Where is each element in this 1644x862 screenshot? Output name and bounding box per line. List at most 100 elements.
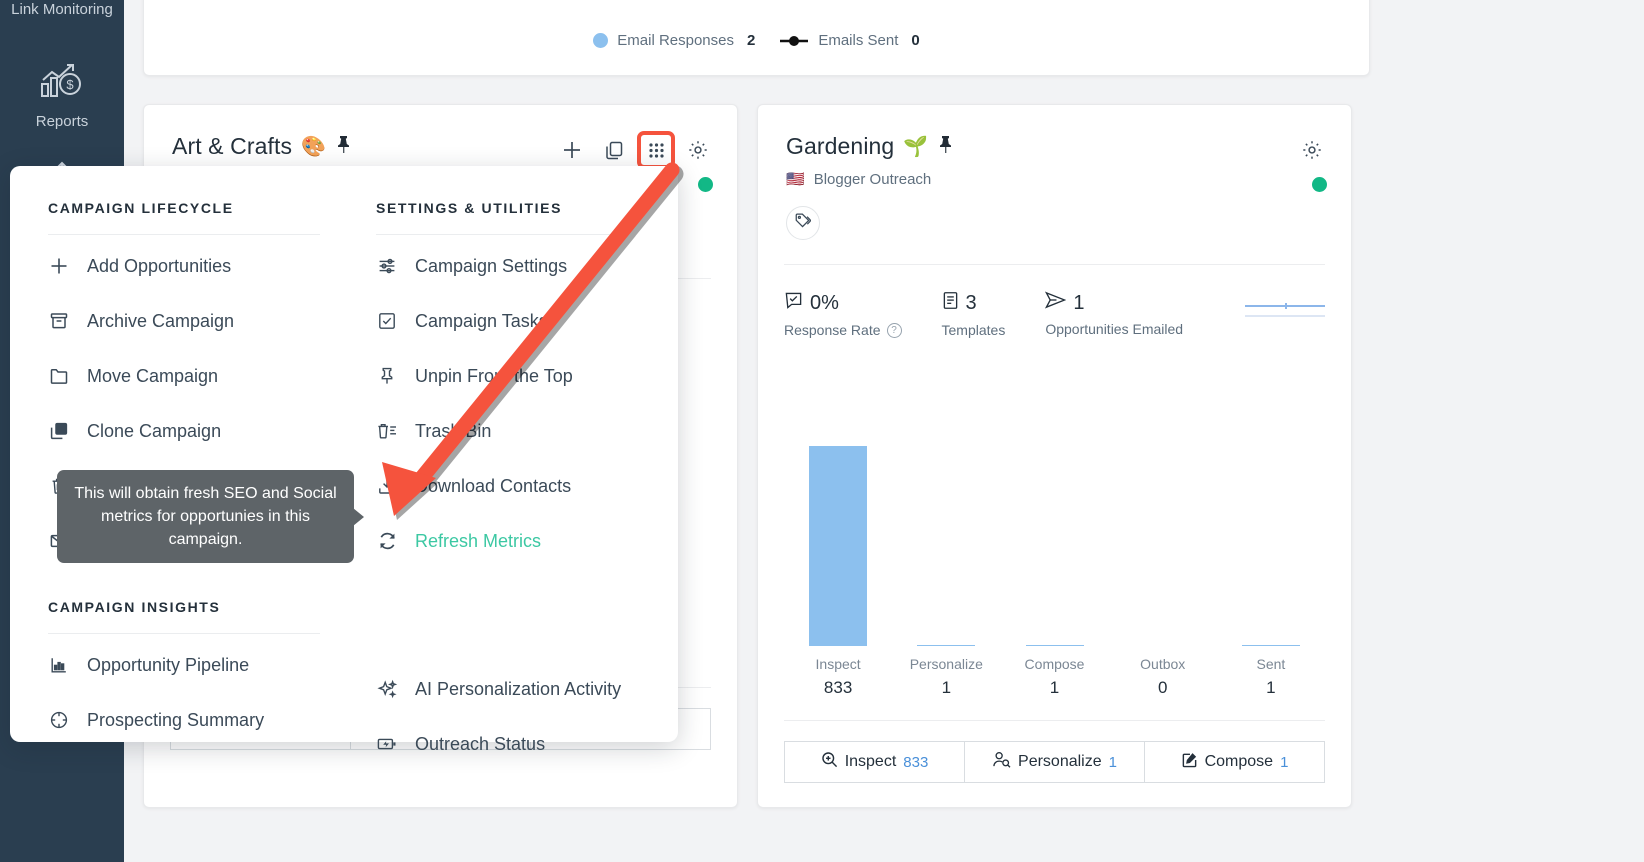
axis-data-label: 1	[941, 678, 952, 697]
bar-chart-icon	[48, 655, 70, 675]
pin-icon	[335, 135, 352, 159]
menu-item-label: Move Campaign	[87, 365, 219, 386]
sliders-icon	[376, 256, 398, 276]
menu-item-opportunity-pipeline[interactable]: Opportunity Pipeline	[48, 641, 344, 689]
bar-column-sent[interactable]	[1217, 366, 1325, 646]
add-icon[interactable]	[557, 135, 587, 165]
status-badge	[1312, 177, 1327, 192]
tags-button[interactable]	[786, 206, 820, 240]
stat-value: 3	[965, 292, 977, 314]
checkbox-icon	[376, 311, 398, 331]
svg-text:$: $	[66, 77, 74, 92]
plus-icon	[48, 256, 70, 276]
legend-value: 0	[911, 32, 920, 49]
grid-menu-icon[interactable]	[637, 131, 675, 169]
menu-section-title: SETTINGS & UTILITIES	[376, 200, 563, 216]
stat-value: 0%	[810, 292, 839, 314]
axis-tick-label: Sent	[1256, 656, 1286, 672]
menu-item-label: Add Opportunities	[87, 255, 232, 276]
folder-icon	[48, 366, 70, 386]
stat-value: 1	[1073, 291, 1085, 314]
palette-emoji-icon: 🎨	[301, 135, 327, 158]
battery-bolt-icon	[376, 734, 398, 754]
menu-item-label: Trash Bin	[415, 420, 492, 441]
sidebar-item-reports[interactable]: $ Reports	[0, 60, 124, 132]
reports-chart-dollar-icon: $	[0, 60, 124, 106]
menu-item-clone-campaign[interactable]: Clone Campaign	[48, 407, 344, 455]
bar-column-personalize[interactable]	[892, 366, 1000, 646]
compose-pencil-icon	[1181, 751, 1198, 773]
axis-tick-label: Inspect	[815, 656, 861, 672]
menu-item-download-contacts[interactable]: Download Contacts	[376, 462, 640, 510]
seedling-emoji-icon: 🌱	[903, 135, 929, 158]
button-count: 833	[903, 753, 929, 771]
legend-entry-email-responses[interactable]: Email Responses 2	[593, 32, 755, 49]
bar-column-outbox[interactable]	[1109, 366, 1217, 646]
tooltip: This will obtain fresh SEO and Social me…	[57, 470, 364, 563]
compose-button[interactable]: Compose 1	[1145, 741, 1325, 783]
target-icon	[48, 710, 70, 730]
campaign-card-gardening: Gardening 🌱 🇺🇸 Blogger Outreach 0% Respo…	[757, 104, 1352, 808]
app-root: Link Monitoring $ Reports Email Response…	[0, 0, 1644, 862]
help-icon[interactable]: ?	[886, 322, 902, 338]
inspect-button[interactable]: Inspect 833	[784, 741, 965, 783]
bar-column-inspect[interactable]	[784, 366, 892, 646]
menu-item-label: Refresh Metrics	[415, 530, 542, 551]
us-flag-icon: 🇺🇸	[786, 171, 805, 188]
menu-column-right: SETTINGS & UTILITIES Campaign Settings C…	[344, 200, 640, 754]
campaign-name: Art & Crafts	[172, 133, 293, 159]
divider	[376, 234, 616, 235]
button-count: 1	[1108, 753, 1117, 771]
sidebar-item-link-monitoring[interactable]: Link Monitoring	[0, 0, 124, 20]
menu-item-campaign-tasks[interactable]: Campaign Tasks	[376, 297, 640, 345]
card-footer-buttons: Inspect 833 Personalize 1 Compose 1	[784, 741, 1325, 783]
menu-section-campaign-insights: CAMPAIGN INSIGHTS Opportunity Pipeline P…	[48, 599, 344, 744]
menu-item-refresh-metrics[interactable]: Refresh Metrics	[376, 517, 640, 565]
button-label: Compose	[1204, 753, 1274, 770]
menu-item-move-campaign[interactable]: Move Campaign	[48, 352, 344, 400]
legend-entry-emails-sent[interactable]: Emails Sent 0	[779, 32, 920, 49]
sidebar-item-label: Link Monitoring	[11, 1, 113, 18]
unpin-icon	[376, 366, 398, 386]
bar-column-compose[interactable]	[1000, 366, 1108, 646]
archive-box-icon	[48, 311, 70, 331]
stat-templates: 3 Templates	[942, 291, 1006, 338]
campaign-actions-menu: CAMPAIGN LIFECYCLE Add Opportunities Arc…	[10, 166, 678, 754]
menu-item-ai-personalization-activity[interactable]: AI Personalization Activity	[376, 665, 640, 713]
pin-icon	[937, 135, 954, 159]
axis-data-label: 1	[1266, 678, 1276, 697]
card-action-buttons	[1297, 135, 1327, 165]
campaign-name: Gardening	[786, 133, 895, 159]
menu-item-campaign-settings[interactable]: Campaign Settings	[376, 242, 640, 290]
menu-item-label: Outreach Status	[415, 733, 546, 754]
templates-icon	[942, 291, 959, 316]
menu-item-label: Download Contacts	[415, 475, 572, 496]
clone-icon[interactable]	[599, 135, 629, 165]
menu-item-archive-campaign[interactable]: Archive Campaign	[48, 297, 344, 345]
axis-tick-label: Outbox	[1140, 656, 1186, 672]
menu-spacer	[376, 565, 640, 621]
menu-item-add-opportunities[interactable]: Add Opportunities	[48, 242, 344, 290]
axis-data-label: 0	[1157, 678, 1168, 697]
axis-cell: Outbox 0	[1109, 656, 1217, 698]
menu-item-outreach-status[interactable]: Outreach Status	[376, 720, 640, 768]
tooltip-text: This will obtain fresh SEO and Social me…	[74, 485, 337, 548]
menu-item-unpin-from-the-top[interactable]: Unpin From the Top	[376, 352, 640, 400]
menu-item-label: Campaign Settings	[415, 255, 568, 276]
gear-icon[interactable]	[683, 135, 713, 165]
person-search-icon	[992, 751, 1011, 773]
menu-item-prospecting-summary[interactable]: Prospecting Summary	[48, 696, 344, 744]
axis-tick-label: Compose	[1024, 656, 1085, 672]
magnify-plus-icon	[821, 751, 838, 773]
legend-label: Emails Sent	[818, 32, 899, 49]
chart-legend: Email Responses 2 Emails Sent 0	[144, 32, 1369, 49]
gear-icon[interactable]	[1297, 135, 1327, 165]
refresh-icon	[376, 531, 398, 551]
axis-data-label: 1	[1049, 678, 1060, 697]
personalize-button[interactable]: Personalize 1	[965, 741, 1145, 783]
legend-dot-icon	[593, 33, 609, 48]
menu-item-trash-bin[interactable]: Trash Bin	[376, 407, 640, 455]
gardening-funnel-chart	[784, 366, 1325, 646]
sparkline	[1245, 303, 1325, 317]
sparkles-icon	[376, 679, 398, 700]
